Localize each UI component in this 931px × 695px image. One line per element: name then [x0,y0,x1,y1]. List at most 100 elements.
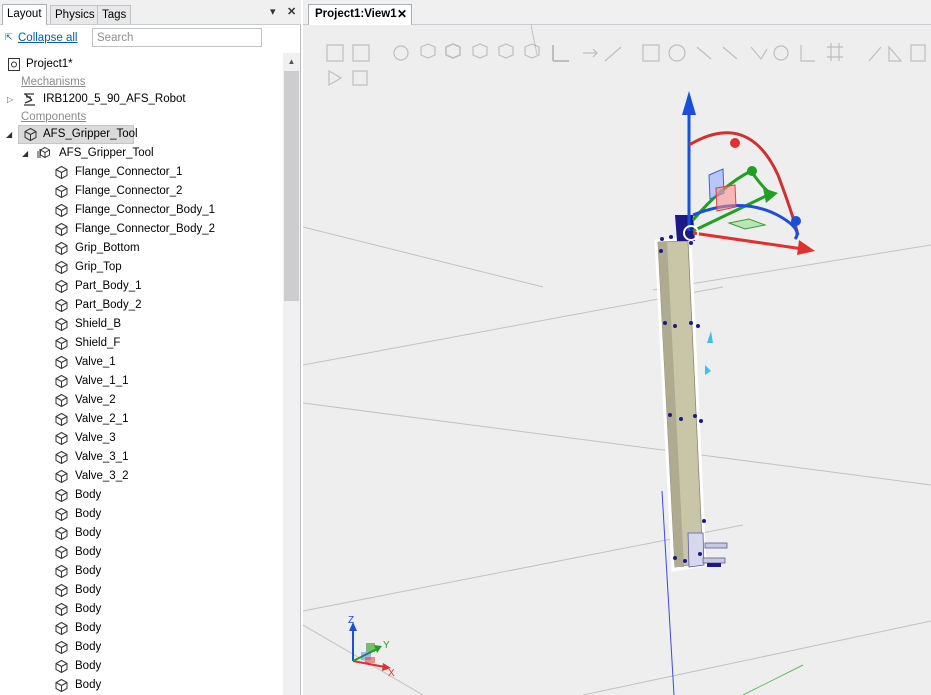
part-label: Flange_Connector_Body_1 [75,204,216,216]
part-icon [55,412,68,427]
tree-item-part[interactable]: Body [0,486,283,505]
link-component-icon [37,146,50,159]
part-label: Grip_Bottom [75,242,140,254]
part-label: Body [75,622,102,634]
panel-tab-strip: Layout Physics Tags ▾ ✕ [0,0,301,25]
y-axis-label: Y [383,640,390,651]
collapse-node-icon[interactable]: ◢ [22,144,28,163]
tree-item-part[interactable]: Body [0,581,283,600]
tree-item-part[interactable]: Grip_Bottom [0,239,283,258]
collapse-node-icon[interactable]: ◢ [6,125,12,144]
tab-physics[interactable]: Physics [50,5,100,24]
component-icon [24,127,37,142]
tree-item-part[interactable]: Body [0,562,283,581]
part-icon [55,488,68,503]
tree-item-part[interactable]: Body [0,600,283,619]
robot-mechanism-icon [24,93,35,106]
part-icon [55,431,68,446]
tree-item-part[interactable]: Flange_Connector_1 [0,163,283,182]
tree-item-component-child[interactable]: ◢ AFS_Gripper_Tool [0,144,283,163]
tree-item-part[interactable]: Body [0,524,283,543]
tree-item-part[interactable]: Valve_3 [0,429,283,448]
scroll-thumb[interactable] [284,71,299,301]
part-icon [55,355,68,370]
part-label: Body [75,565,102,577]
tab-project1-view1[interactable]: Project1:View1 ✕ [308,4,412,25]
scroll-up-icon[interactable]: ▲ [283,53,300,70]
tree-item-part[interactable]: Valve_1_1 [0,372,283,391]
panel-close-icon[interactable]: ✕ [287,5,296,18]
collapse-icon[interactable]: ⇱ [5,32,13,43]
part-label: Body [75,660,102,672]
part-label: Valve_1 [75,356,116,368]
part-icon [55,374,68,389]
tree-item-part[interactable]: Flange_Connector_Body_2 [0,220,283,239]
document-area: Project1:View1 ✕ Z Y X [303,0,931,695]
x-axis-label: X [388,668,395,679]
tree-item-part[interactable]: Shield_F [0,334,283,353]
part-label: Body [75,584,102,596]
part-label: Valve_3_1 [75,451,129,463]
document-tab-strip: Project1:View1 ✕ [303,0,931,25]
tree-item-part[interactable]: Part_Body_2 [0,296,283,315]
part-icon [55,393,68,408]
tree-item-part[interactable]: Valve_3_2 [0,467,283,486]
part-icon [55,165,68,180]
part-label: Body [75,641,102,653]
tree-item-part[interactable]: Body [0,619,283,638]
part-label: Body [75,489,102,501]
tree-item-part[interactable]: Body [0,543,283,562]
part-icon [55,203,68,218]
tree-item-part[interactable]: Shield_B [0,315,283,334]
search-input[interactable] [92,28,262,47]
part-label: Shield_B [75,318,122,330]
panel-menu-icon[interactable]: ▾ [270,5,276,18]
3d-viewport[interactable]: Z Y X [303,25,931,695]
part-icon [55,317,68,332]
tree-item-part[interactable]: Body [0,638,283,657]
part-label: Body [75,603,102,615]
layout-tree: Project1* Mechanisms ▷ IRB1200_5_90_AFS_… [0,53,283,695]
part-icon [55,640,68,655]
part-label: Part_Body_1 [75,280,142,292]
tree-item-part[interactable]: Body [0,657,283,676]
part-icon [55,450,68,465]
tree-item-part[interactable]: Grip_Top [0,258,283,277]
part-label: Valve_2 [75,394,116,406]
tree-item-part[interactable]: Body [0,676,283,695]
part-icon [55,564,68,579]
tab-layout[interactable]: Layout [2,4,47,25]
part-label: Body [75,527,102,539]
part-label: Part_Body_2 [75,299,142,311]
tab-tags[interactable]: Tags [97,5,132,24]
part-icon [55,298,68,313]
z-axis-label: Z [348,615,354,626]
tree-item-part[interactable]: Flange_Connector_Body_1 [0,201,283,220]
close-tab-icon[interactable]: ✕ [397,5,407,24]
tree-scrollbar[interactable]: ▲ [283,53,300,695]
tree-item-part[interactable]: Part_Body_1 [0,277,283,296]
part-icon [55,222,68,237]
tree-item-part[interactable]: Valve_2_1 [0,410,283,429]
part-icon [55,469,68,484]
tree-item-project[interactable]: Project1* [0,55,283,74]
tree-item-robot[interactable]: ▷ IRB1200_5_90_AFS_Robot [0,90,283,109]
part-icon [55,526,68,541]
part-label: Flange_Connector_2 [75,185,183,197]
part-icon [55,507,68,522]
part-label: Body [75,679,102,691]
part-label: Body [75,546,102,558]
tree-item-part[interactable]: Flange_Connector_2 [0,182,283,201]
expand-icon[interactable]: ▷ [7,90,13,109]
part-icon [55,678,68,693]
tree-item-part[interactable]: Valve_3_1 [0,448,283,467]
tree-item-part[interactable]: Valve_2 [0,391,283,410]
collapse-all-link[interactable]: Collapse all [18,32,77,44]
part-label: Valve_3_2 [75,470,129,482]
tree-item-component[interactable]: ◢ AFS_Gripper_Tool [0,125,283,144]
tree-item-part[interactable]: Valve_1 [0,353,283,372]
part-label: Body [75,508,102,520]
part-icon [55,184,68,199]
part-label: Flange_Connector_1 [75,166,183,178]
tree-item-part[interactable]: Body [0,505,283,524]
